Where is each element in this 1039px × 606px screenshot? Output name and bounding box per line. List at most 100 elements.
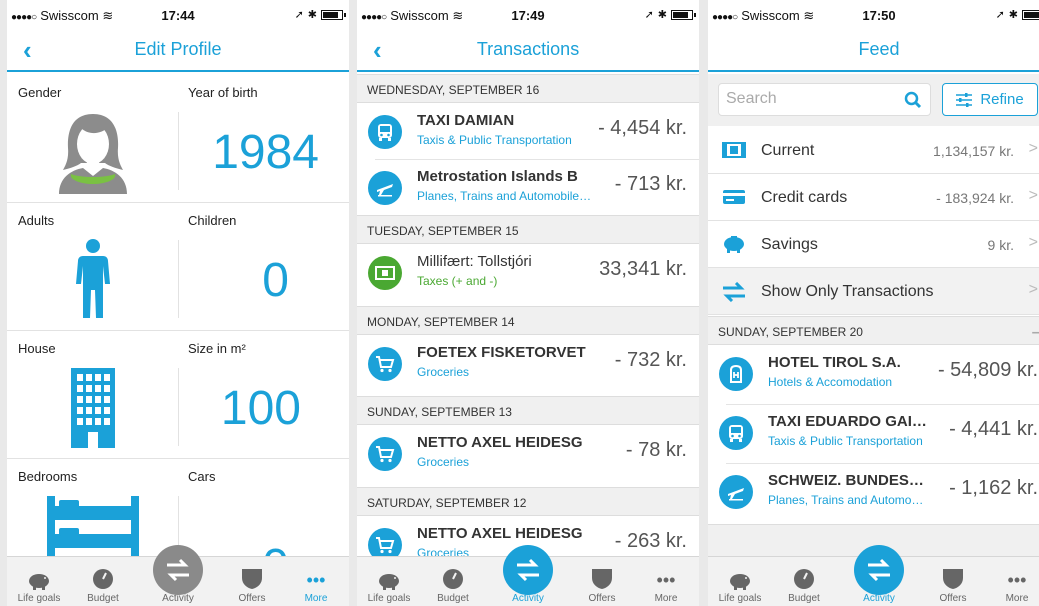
- day-header: SATURDAY, SEPTEMBER 12: [357, 487, 699, 516]
- account-label: Show Only Transactions: [761, 283, 934, 300]
- status-bar: ●●●●○ Swisscom ≋ 17:49 ➚ ✱: [357, 0, 699, 30]
- collapse-icon[interactable]: ▁: [1032, 323, 1039, 334]
- chevron-right-icon: >: [1028, 281, 1038, 298]
- tab-life-goals[interactable]: Life goals: [9, 570, 69, 604]
- amount: - 713 kr.: [614, 173, 687, 195]
- category-label: Hotels & Accomodation: [768, 375, 893, 389]
- amount: - 4,454 kr.: [598, 117, 687, 139]
- category-label: Taxis & Public Transportation: [768, 434, 923, 448]
- gender-cell[interactable]: Gender: [7, 74, 178, 202]
- tab-more[interactable]: ••• More: [286, 570, 346, 604]
- search-input[interactable]: [726, 90, 901, 108]
- children-label: Children: [188, 213, 237, 228]
- refine-button[interactable]: Refine: [942, 83, 1038, 116]
- merchant-name: TAXI EDUARDO GAI…: [768, 413, 927, 430]
- account-balance: 9 kr.: [987, 237, 1014, 253]
- location-icon: ➚: [995, 9, 1005, 21]
- nav-bar: Feed: [708, 30, 1039, 72]
- merchant-name: NETTO AXEL HEIDESG: [417, 434, 583, 451]
- status-bar: ●●●●○ Swisscom ≋ 17:50 ➚ ✱: [708, 0, 1039, 30]
- account-row-current[interactable]: Current 1,134,157 kr. >: [708, 127, 1039, 174]
- cars-value: 0: [262, 539, 289, 556]
- money-icon: [368, 256, 402, 290]
- search-box[interactable]: [718, 83, 931, 116]
- size-value: 100: [220, 382, 301, 435]
- merchant-name: TAXI DAMIAN: [417, 112, 515, 129]
- children-cell[interactable]: Children 0: [178, 202, 349, 330]
- category-label: Taxis & Public Transportation: [417, 133, 572, 147]
- page-title: Feed: [858, 39, 900, 59]
- tab-budget[interactable]: Budget: [423, 568, 483, 604]
- account-label: Credit cards: [761, 189, 848, 206]
- account-balance: 1,134,157 kr.: [933, 143, 1014, 159]
- tab-life-goals[interactable]: Life goals: [710, 570, 770, 604]
- tab-more[interactable]: ••• More: [987, 570, 1039, 604]
- piggy-bank-icon: [730, 574, 750, 590]
- transfer-icon: [517, 558, 539, 582]
- sliders-icon: [956, 92, 973, 107]
- activity-button[interactable]: [854, 545, 904, 595]
- transaction-row[interactable]: Millifært: Tollstjóri Taxes (+ and -) 33…: [357, 244, 699, 300]
- transaction-row[interactable]: TAXI EDUARDO GAI… Taxis & Public Transpo…: [708, 404, 1039, 463]
- activity-button[interactable]: [503, 545, 553, 595]
- account-balance: - 183,924 kr.: [936, 190, 1014, 206]
- activity-button[interactable]: [153, 545, 203, 595]
- person-icon: [76, 239, 110, 318]
- show-only-transactions-row[interactable]: Show Only Transactions >: [708, 268, 1039, 315]
- status-bar: ●●●●○ Swisscom ≋ 17:44 ➚ ✱: [7, 0, 349, 30]
- cars-cell[interactable]: Cars 0: [178, 458, 349, 556]
- tab-offers[interactable]: Offers: [222, 568, 282, 604]
- piggy-bank-icon: [379, 574, 399, 590]
- day-header: TUESDAY, SEPTEMBER 15: [357, 215, 699, 244]
- adults-cell[interactable]: Adults: [7, 202, 178, 330]
- piggy-bank-icon: [29, 574, 49, 590]
- year-of-birth-cell[interactable]: Year of birth 1984: [178, 74, 349, 202]
- bedrooms-label: Bedrooms: [18, 469, 78, 484]
- tab-offers[interactable]: Offers: [572, 568, 632, 604]
- day-header: SUNDAY, SEPTEMBER 13: [357, 396, 699, 425]
- amount: - 1,162 kr.: [949, 477, 1038, 499]
- day-header: WEDNESDAY, SEPTEMBER 16: [357, 74, 699, 103]
- profile-grid: Gender Year of birth 1984 Adults Childre…: [7, 74, 349, 556]
- bluetooth-icon: ✱: [307, 9, 317, 21]
- account-row-savings[interactable]: Savings 9 kr. >: [708, 221, 1039, 268]
- tab-life-goals[interactable]: Life goals: [359, 570, 419, 604]
- size-label: Size in m²: [188, 341, 246, 356]
- transactions-screen: ●●●●○ Swisscom ≋ 17:49 ➚ ✱ ‹ Transactions …: [357, 0, 699, 606]
- category-label: Taxes (+ and -): [417, 274, 498, 288]
- transaction-row[interactable]: Metrostation Islands B Planes, Trains an…: [357, 159, 699, 215]
- house-cell[interactable]: House: [7, 330, 178, 458]
- hotel-icon: [719, 357, 753, 391]
- clock: 17:50: [862, 8, 896, 23]
- search-bar: Refine: [708, 74, 1039, 126]
- category-label: Groceries: [417, 455, 470, 469]
- size-cell[interactable]: Size in m² 100: [178, 330, 349, 458]
- bedrooms-cell[interactable]: Bedrooms: [7, 458, 178, 556]
- tab-more[interactable]: ••• More: [636, 570, 696, 604]
- transaction-row[interactable]: SCHWEIZ. BUNDES… Planes, Trains and Auto…: [708, 463, 1039, 522]
- day-header: MONDAY, SEPTEMBER 14: [357, 306, 699, 335]
- bus-icon: [719, 416, 753, 450]
- transaction-row[interactable]: NETTO AXEL HEIDESG Groceries - 78 kr.: [357, 425, 699, 481]
- transfer-icon: [167, 558, 189, 582]
- transaction-row[interactable]: TAXI DAMIAN Taxis & Public Transportatio…: [357, 103, 699, 159]
- account-label: Savings: [761, 236, 818, 253]
- tab-offers[interactable]: Offers: [923, 568, 983, 604]
- bunk-bed-icon: [47, 496, 139, 556]
- transaction-row[interactable]: HOTEL TIROL S.A. Hotels & Accomodation -…: [708, 345, 1039, 404]
- tab-budget[interactable]: Budget: [73, 568, 133, 604]
- day-header: SUNDAY, SEPTEMBER 20 ▁: [708, 316, 1039, 345]
- shield-icon: [242, 569, 262, 589]
- feed-list: Refine Current 1,134,157 kr. > Credit ca…: [708, 74, 1039, 556]
- transaction-row[interactable]: FOETEX FISKETORVET Groceries - 732 kr.: [357, 335, 699, 391]
- cart-icon: [368, 437, 402, 471]
- page-title: Transactions: [476, 39, 580, 59]
- more-dots-icon: •••: [1007, 570, 1027, 590]
- more-dots-icon: •••: [306, 570, 326, 590]
- tab-budget[interactable]: Budget: [774, 568, 834, 604]
- amount: - 263 kr.: [614, 530, 687, 552]
- account-row-credit-cards[interactable]: Credit cards - 183,924 kr. >: [708, 174, 1039, 221]
- house-label: House: [18, 341, 56, 356]
- children-value: 0: [262, 254, 289, 307]
- account-label: Current: [761, 142, 815, 159]
